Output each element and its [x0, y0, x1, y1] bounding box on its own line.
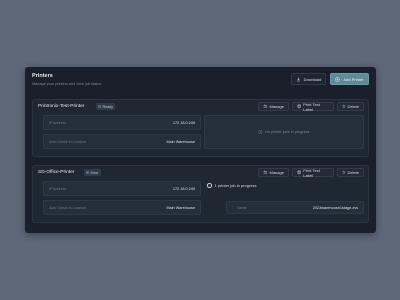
location-label: Auto Check In Location: [49, 206, 87, 210]
printer-card: SD-Office-Printer Error Manage Print Tes…: [32, 165, 369, 223]
print-test-label-button[interactable]: Print Test Label: [292, 167, 334, 178]
status-icon: [86, 171, 89, 174]
page-title: Printers: [32, 73, 53, 79]
printer-card: Printronix-Test-Printer Ready Manage Pri…: [32, 99, 369, 157]
printer-name: Printronix-Test-Printer: [38, 104, 85, 109]
manage-button[interactable]: Manage: [258, 102, 289, 111]
jobs-count-text: 1 printer job in progress: [214, 183, 257, 188]
trash-icon: [342, 105, 345, 109]
sliders-icon: [263, 104, 268, 109]
job-row: Name 2023warehouse1stage.zvs: [226, 201, 364, 214]
print-test-label: Print Test Label: [303, 167, 320, 178]
status-badge: Ready: [96, 103, 115, 110]
download-icon: [296, 77, 300, 81]
page-subtitle: Manage your printers and view job status: [32, 82, 102, 86]
job-name-label: Name: [237, 206, 247, 210]
printer-icon: [297, 104, 301, 109]
delete-button[interactable]: Delete: [337, 168, 364, 177]
download-label: Download: [303, 76, 322, 82]
print-test-label: Print Test Label: [303, 101, 320, 112]
manage-label: Manage: [269, 104, 284, 109]
manage-label: Manage: [269, 170, 284, 175]
trash-icon: [342, 171, 345, 175]
download-button[interactable]: Download: [291, 73, 326, 85]
ip-address-label: IP Address: [49, 121, 67, 125]
spinner-icon: [207, 183, 212, 188]
printers-panel: Printers Manage your printers and view j…: [25, 67, 376, 233]
ip-address-value: 172.18.0.249: [172, 187, 195, 191]
location-value: Main Warehouse: [166, 140, 195, 144]
clock-icon: [258, 130, 263, 134]
status-label: Ready: [102, 104, 113, 109]
jobs-header: 1 printer job in progress: [207, 183, 257, 188]
location-row: Auto Check In Location Main Warehouse: [43, 134, 201, 149]
location-value: Main Warehouse: [166, 206, 195, 210]
ip-address-row: IP Address 172.18.0.249: [43, 181, 201, 196]
sliders-icon: [263, 170, 268, 175]
location-row: Auto Check In Location Main Warehouse: [43, 200, 201, 215]
status-icon: [98, 105, 101, 108]
ip-address-value: 172.18.0.249: [172, 121, 195, 125]
panel-header: Printers Manage your printers and view j…: [32, 73, 369, 93]
manage-button[interactable]: Manage: [258, 168, 289, 177]
delete-button[interactable]: Delete: [337, 102, 364, 111]
printer-icon: [297, 170, 301, 175]
jobs-empty-state: No printer jobs in progress: [204, 115, 364, 149]
delete-label: Delete: [347, 104, 359, 109]
job-name-value: 2023warehouse1stage.zvs: [312, 206, 358, 210]
printer-name: SD-Office-Printer: [38, 170, 75, 175]
jobs-empty-text: No printer jobs in progress: [264, 130, 310, 134]
print-test-label-button[interactable]: Print Test Label: [292, 101, 334, 112]
delete-label: Delete: [347, 170, 359, 175]
ip-address-label: IP Address: [49, 187, 67, 191]
location-label: Auto Check In Location: [49, 140, 87, 144]
plus-circle-icon: [335, 76, 341, 82]
ip-address-row: IP Address 172.18.0.249: [43, 115, 201, 130]
add-printer-label: Add Printer: [343, 76, 364, 82]
add-printer-button[interactable]: Add Printer: [330, 73, 369, 85]
status-badge: Error: [84, 169, 101, 176]
status-label: Error: [90, 170, 99, 175]
